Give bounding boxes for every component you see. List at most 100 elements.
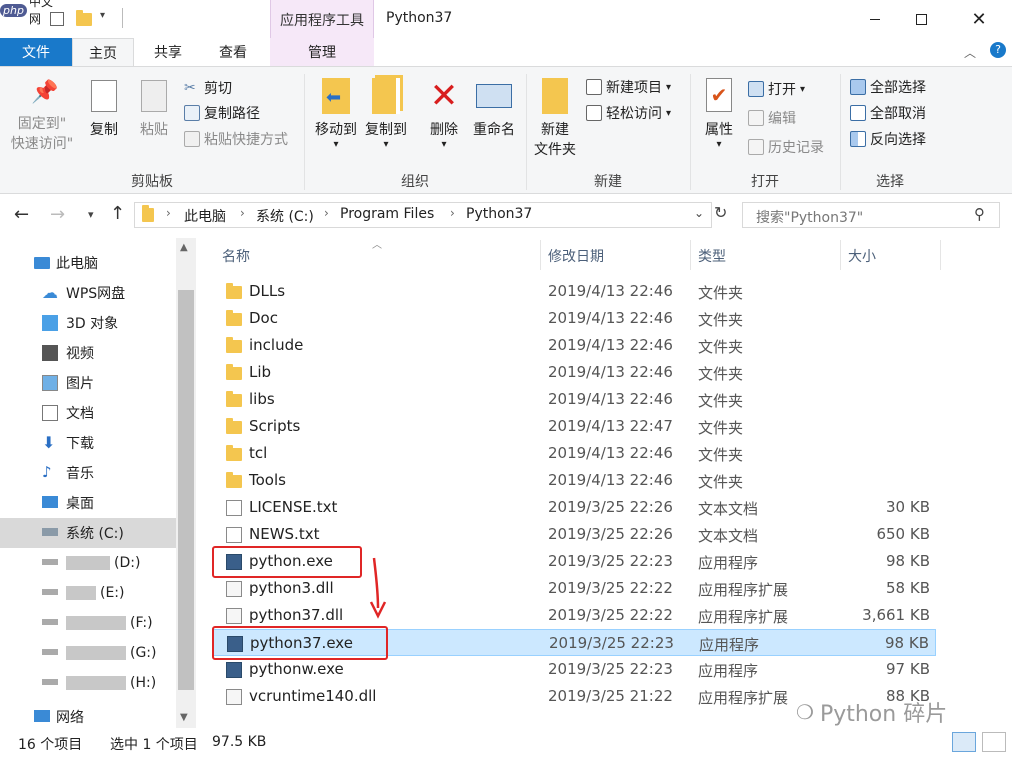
- select-none-button[interactable]: 全部取消: [850, 102, 926, 124]
- close-button[interactable]: ✕: [956, 0, 1002, 38]
- nav-item-network[interactable]: 网络: [0, 706, 176, 728]
- copy-path-button[interactable]: 复制路径: [184, 102, 260, 124]
- pin-quick-access-button[interactable]: 📌 固定到" 快速访问": [8, 80, 76, 154]
- nav-item-downloads[interactable]: ⬇ 下载: [0, 428, 176, 458]
- scroll-down-icon[interactable]: ▼: [180, 712, 188, 723]
- nav-item-d-drive[interactable]: (D:): [0, 548, 176, 578]
- nav-item-pictures[interactable]: 图片: [0, 368, 176, 398]
- help-icon[interactable]: ?: [990, 42, 1006, 58]
- maximize-button[interactable]: [898, 0, 944, 38]
- search-icon[interactable]: ⚲: [974, 205, 985, 223]
- address-dropdown-icon[interactable]: ⌄: [694, 206, 704, 220]
- properties-dropdown-icon: ▾: [716, 139, 722, 150]
- nav-item-g-drive[interactable]: (G:): [0, 638, 176, 668]
- back-arrow-icon[interactable]: ←: [14, 204, 29, 225]
- tab-file[interactable]: 文件: [0, 38, 72, 66]
- rename-button[interactable]: 重命名: [468, 78, 520, 140]
- edit-button[interactable]: 编辑: [748, 107, 796, 129]
- copy-to-button[interactable]: 复制到 ▾: [362, 78, 410, 150]
- invert-selection-button[interactable]: 反向选择: [850, 128, 926, 150]
- nav-item-documents[interactable]: 文档: [0, 398, 176, 428]
- properties-qat-icon[interactable]: [50, 12, 64, 26]
- chevron-right-icon[interactable]: ›: [450, 206, 455, 220]
- column-divider[interactable]: [540, 240, 541, 270]
- tab-manage[interactable]: 管理: [270, 38, 374, 66]
- up-arrow-icon[interactable]: ↑: [110, 203, 125, 224]
- column-header-type[interactable]: 类型: [698, 246, 726, 266]
- properties-button[interactable]: ✔ 属性 ▾: [698, 78, 740, 150]
- nav-item-f-drive[interactable]: (F:): [0, 608, 176, 638]
- nav-item-this-pc[interactable]: 此电脑: [0, 248, 176, 278]
- nav-item-3d[interactable]: 3D 对象: [0, 308, 176, 338]
- collapse-ribbon-icon[interactable]: ︿: [964, 44, 976, 61]
- column-divider[interactable]: [690, 240, 691, 270]
- history-button[interactable]: 历史记录: [748, 136, 824, 158]
- table-row[interactable]: Scripts 2019/4/13 22:47 文件夹: [212, 413, 936, 440]
- table-row[interactable]: DLLs 2019/4/13 22:46 文件夹: [212, 278, 936, 305]
- refresh-icon[interactable]: ↻: [714, 203, 727, 222]
- table-row[interactable]: pythonw.exe 2019/3/25 22:23 应用程序 97 KB: [212, 656, 936, 683]
- new-folder-qat-icon[interactable]: [76, 10, 92, 26]
- easy-access-button[interactable]: 轻松访问 ▾: [586, 102, 671, 124]
- file-type: 文件夹: [698, 473, 744, 491]
- new-item-label: 新建项目: [606, 80, 662, 96]
- search-input[interactable]: 搜索"Python37": [756, 207, 863, 227]
- scroll-up-icon[interactable]: ▲: [180, 242, 188, 253]
- recent-locations-icon[interactable]: ▾: [88, 208, 94, 221]
- nav-item-video[interactable]: 视频: [0, 338, 176, 368]
- qat-dropdown-icon[interactable]: ▾: [100, 10, 105, 21]
- delete-icon: ✕: [429, 76, 459, 116]
- nav-item-wps[interactable]: ☁ WPS网盘: [0, 278, 176, 308]
- tab-share[interactable]: 共享: [140, 38, 196, 66]
- details-view-icon[interactable]: [952, 732, 976, 752]
- table-row[interactable]: tcl 2019/4/13 22:46 文件夹: [212, 440, 936, 467]
- chevron-right-icon[interactable]: ›: [240, 206, 245, 220]
- paste-button[interactable]: 粘贴: [132, 80, 176, 140]
- move-to-button[interactable]: ⬅ 移动到 ▾: [312, 78, 360, 150]
- table-row[interactable]: NEWS.txt 2019/3/25 22:26 文本文档 650 KB: [212, 521, 936, 548]
- table-row[interactable]: python3.dll 2019/3/25 22:22 应用程序扩展 58 KB: [212, 575, 936, 602]
- breadcrumb-program-files[interactable]: Program Files: [340, 206, 434, 222]
- delete-button[interactable]: ✕ 删除 ▾: [424, 78, 464, 150]
- table-row[interactable]: include 2019/4/13 22:46 文件夹: [212, 332, 936, 359]
- copy-button[interactable]: 复制: [82, 80, 126, 140]
- new-item-button[interactable]: 新建项目 ▾: [586, 76, 671, 98]
- new-item-dropdown-icon: ▾: [666, 81, 672, 93]
- nav-item-desktop[interactable]: 桌面: [0, 488, 176, 518]
- new-folder-icon: [542, 78, 568, 114]
- column-header-name[interactable]: 名称: [222, 246, 250, 266]
- select-all-button[interactable]: 全部选择: [850, 76, 926, 98]
- breadcrumb-c-drive[interactable]: 系统 (C:): [256, 206, 314, 226]
- open-label: 打开: [768, 82, 796, 98]
- forward-arrow-icon[interactable]: →: [50, 204, 65, 225]
- cut-button[interactable]: ✂ 剪切: [184, 77, 232, 99]
- nav-item-music[interactable]: ♪ 音乐: [0, 458, 176, 488]
- column-header-size[interactable]: 大小: [848, 246, 876, 266]
- breadcrumb-this-pc[interactable]: 此电脑: [184, 206, 226, 226]
- nav-scroll-thumb[interactable]: [178, 290, 194, 690]
- breadcrumb-python37[interactable]: Python37: [466, 206, 532, 222]
- large-icons-view-icon[interactable]: [982, 732, 1006, 752]
- open-button[interactable]: 打开 ▾: [748, 78, 805, 100]
- tab-home[interactable]: 主页: [72, 38, 134, 67]
- paste-shortcut-button[interactable]: 粘贴快捷方式: [184, 128, 288, 150]
- column-divider[interactable]: [940, 240, 941, 270]
- table-row[interactable]: Doc 2019/4/13 22:46 文件夹: [212, 305, 936, 332]
- column-divider[interactable]: [840, 240, 841, 270]
- chevron-right-icon[interactable]: ›: [166, 206, 171, 220]
- table-row[interactable]: Tools 2019/4/13 22:46 文件夹: [212, 467, 936, 494]
- scissors-icon: ✂: [184, 80, 196, 96]
- nav-item-h-drive[interactable]: (H:): [0, 668, 176, 698]
- nav-item-c-drive[interactable]: 系统 (C:): [0, 518, 176, 548]
- table-row[interactable]: Lib 2019/4/13 22:46 文件夹: [212, 359, 936, 386]
- column-header-date[interactable]: 修改日期: [548, 246, 604, 266]
- new-folder-button[interactable]: 新建 文件夹: [530, 78, 580, 160]
- minimize-button[interactable]: [852, 0, 898, 38]
- table-row[interactable]: python37.dll 2019/3/25 22:22 应用程序扩展 3,661 K…: [212, 602, 936, 629]
- table-row[interactable]: libs 2019/4/13 22:46 文件夹: [212, 386, 936, 413]
- table-row[interactable]: LICENSE.txt 2019/3/25 22:26 文本文档 30 KB: [212, 494, 936, 521]
- tab-view[interactable]: 查看: [204, 38, 262, 66]
- download-icon: ⬇: [42, 433, 56, 452]
- nav-item-e-drive[interactable]: (E:): [0, 578, 176, 608]
- chevron-right-icon[interactable]: ›: [324, 206, 329, 220]
